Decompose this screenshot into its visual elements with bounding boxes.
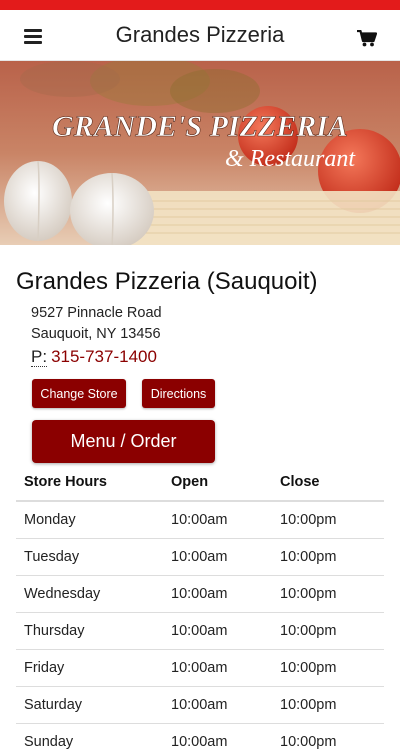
table-row: Monday 10:00am 10:00pm (16, 500, 384, 538)
table-row: Thursday 10:00am 10:00pm (16, 611, 384, 649)
open-cell: 10:00am (163, 537, 272, 575)
day-cell: Friday (16, 648, 163, 686)
close-cell: 10:00pm (272, 685, 384, 723)
phone-link[interactable]: 315-737-1400 (51, 347, 157, 366)
table-row: Wednesday 10:00am 10:00pm (16, 574, 384, 612)
directions-button[interactable]: Directions (142, 379, 215, 408)
table-row: Friday 10:00am 10:00pm (16, 648, 384, 686)
table-row: Sunday 10:00am 10:00pm (16, 722, 384, 749)
shopping-cart-icon[interactable] (357, 29, 378, 47)
day-cell: Wednesday (16, 574, 163, 612)
column-header-store-hours: Store Hours (16, 464, 163, 502)
close-cell: 10:00pm (272, 574, 384, 612)
site-title[interactable]: Grandes Pizzeria (0, 22, 400, 48)
menu-order-button[interactable]: Menu / Order (32, 420, 215, 463)
site-header: Grandes Pizzeria (0, 10, 400, 61)
hero-banner: GRANDE'S PIZZERIA & Restaurant (0, 61, 400, 245)
open-cell: 10:00am (163, 574, 272, 612)
open-cell: 10:00am (163, 648, 272, 686)
day-cell: Sunday (16, 722, 163, 749)
banner-logo-title: GRANDE'S PIZZERIA (52, 110, 348, 143)
day-cell: Saturday (16, 685, 163, 723)
day-cell: Tuesday (16, 537, 163, 575)
close-cell: 10:00pm (272, 648, 384, 686)
table-row: Tuesday 10:00am 10:00pm (16, 537, 384, 575)
column-header-close: Close (272, 464, 384, 502)
open-cell: 10:00am (163, 722, 272, 749)
change-store-button[interactable]: Change Store (32, 379, 126, 408)
table-header-row: Store Hours Open Close (16, 464, 384, 502)
open-cell: 10:00am (163, 685, 272, 723)
table-row: Saturday 10:00am 10:00pm (16, 685, 384, 723)
day-cell: Thursday (16, 611, 163, 649)
store-phone: P: 315-737-1400 (31, 347, 157, 367)
store-hours-table: Store Hours Open Close Monday 10:00am 10… (16, 464, 384, 749)
store-address-line1: 9527 Pinnacle Road (31, 305, 162, 321)
close-cell: 10:00pm (272, 611, 384, 649)
phone-label: P: (31, 347, 48, 367)
close-cell: 10:00pm (272, 500, 384, 538)
banner-logo-subtitle: & Restaurant (225, 146, 356, 172)
close-cell: 10:00pm (272, 722, 384, 749)
column-header-open: Open (163, 464, 272, 502)
open-cell: 10:00am (163, 500, 272, 538)
top-accent-bar (0, 0, 400, 10)
open-cell: 10:00am (163, 611, 272, 649)
close-cell: 10:00pm (272, 537, 384, 575)
day-cell: Monday (16, 500, 163, 538)
store-name: Grandes Pizzeria (Sauquoit) (16, 268, 318, 295)
store-address-line2: Sauquoit, NY 13456 (31, 326, 161, 342)
